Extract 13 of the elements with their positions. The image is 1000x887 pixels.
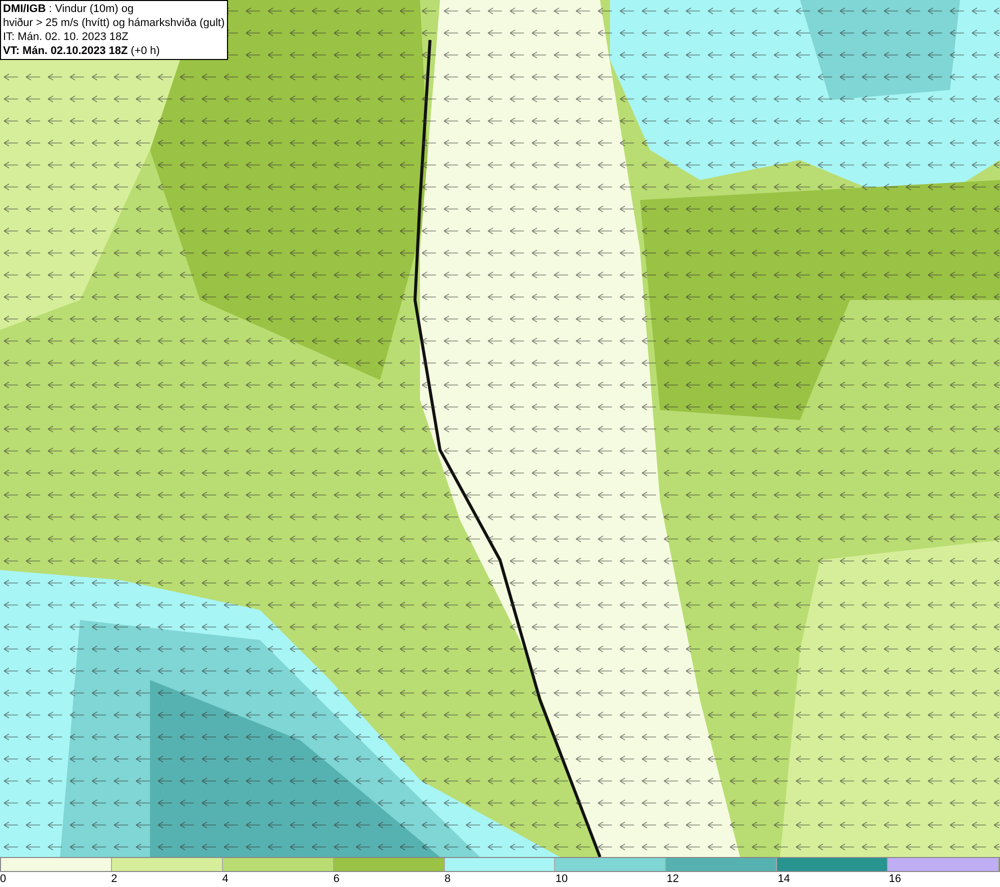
info-text: IT: Mán. 02. 10. 2023 18Z [3,30,130,44]
legend-tick: 16 [888,872,902,887]
legend-tick: 0 [0,872,6,887]
legend-tick: 14 [778,872,790,887]
legend-tick: 10 [556,872,568,887]
legend-tick: 2 [111,872,118,887]
legend-tick: 4 [222,872,228,887]
legend-tick: 6 [333,872,340,887]
info-text: DMI/IGB : Vindur (10m) og [3,2,135,16]
legend-tick: 8 [444,872,451,887]
info-text: VT: Mán. 02.10.2023 18Z (+0 h) [3,44,161,58]
info-text: hviður > 25 m/s (hvítt) og hámarkshviða (gult) [3,16,225,30]
legend-tick: 12 [666,872,679,887]
